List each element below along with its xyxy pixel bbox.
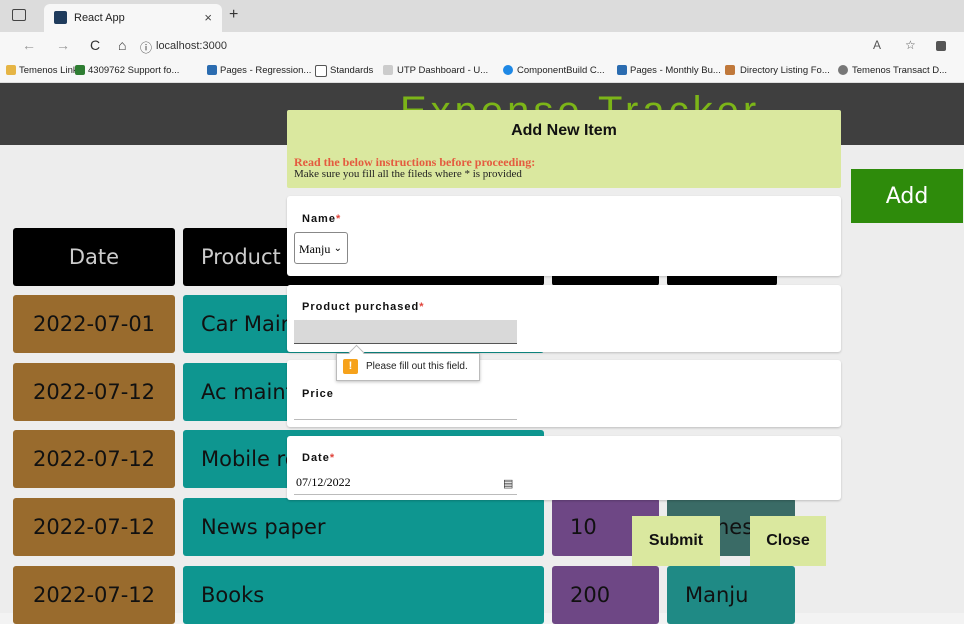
bookmark-icon xyxy=(383,65,393,75)
modal-header: Add New Item Read the below instructions… xyxy=(287,110,841,188)
back-icon[interactable]: ← xyxy=(22,37,36,53)
submit-button[interactable]: Submit xyxy=(632,516,720,566)
tab-close-icon[interactable]: × xyxy=(204,10,212,25)
bookmarks-bar: Temenos Links 4309762 Support fo... Page… xyxy=(0,60,964,83)
name-select-value: Manju xyxy=(299,242,331,256)
table-cell-price: 200 xyxy=(552,566,659,624)
bookmark-item[interactable]: 4309762 Support fo... xyxy=(88,65,179,76)
date-label: Date* xyxy=(302,452,336,464)
bookmark-icon xyxy=(725,65,735,75)
date-input[interactable] xyxy=(294,471,517,495)
forward-icon[interactable]: → xyxy=(56,37,70,53)
name-label: Name* xyxy=(302,213,342,225)
table-cell-name: Manju xyxy=(667,566,795,624)
bookmark-icon xyxy=(75,65,85,75)
table-cell-date: 2022-07-12 xyxy=(13,566,175,624)
favorite-icon[interactable]: ☆ xyxy=(905,38,916,52)
bookmark-item[interactable]: Temenos Transact D... xyxy=(852,65,947,76)
bookmark-item[interactable]: UTP Dashboard - U... xyxy=(397,65,488,76)
bookmark-icon xyxy=(503,65,513,75)
modal-title: Add New Item xyxy=(511,122,617,139)
column-header-date: Date xyxy=(13,228,175,286)
tab-title: React App xyxy=(74,12,125,24)
price-input[interactable] xyxy=(294,396,517,420)
bookmark-icon xyxy=(838,65,848,75)
close-button[interactable]: Close xyxy=(750,516,826,566)
date-card: Date* ▤ xyxy=(287,436,841,500)
add-button[interactable]: Add xyxy=(851,169,963,223)
new-tab-icon[interactable]: + xyxy=(229,6,238,24)
browser-tab-bar: React App × + xyxy=(0,0,964,32)
bookmark-item[interactable]: ComponentBuild C... xyxy=(517,65,605,76)
bookmark-item[interactable]: Temenos Links xyxy=(19,65,82,76)
page-icon xyxy=(315,65,327,77)
validation-message: Please fill out this field. xyxy=(366,361,468,372)
extensions-icon[interactable] xyxy=(936,41,946,51)
chevron-down-icon: ⌄ xyxy=(333,243,342,254)
warning-icon: ! xyxy=(343,359,358,374)
read-aloud-icon[interactable]: A xyxy=(873,38,881,52)
calendar-icon[interactable]: ▤ xyxy=(503,477,513,490)
name-select[interactable]: Manju ⌄ xyxy=(294,232,348,264)
product-input[interactable] xyxy=(294,320,517,344)
product-label: Product purchased* xyxy=(302,301,425,313)
reload-icon[interactable]: C xyxy=(90,37,100,53)
bookmark-icon xyxy=(617,65,627,75)
bookmark-item[interactable]: Pages - Monthly Bu... xyxy=(630,65,721,76)
home-icon[interactable]: ⌂ xyxy=(118,37,126,53)
tab-actions-icon[interactable] xyxy=(12,9,26,21)
table-cell-date: 2022-07-01 xyxy=(13,295,175,353)
table-cell-date: 2022-07-12 xyxy=(13,430,175,488)
table-cell-date: 2022-07-12 xyxy=(13,498,175,556)
table-cell-product: News paper xyxy=(183,498,544,556)
bookmark-item[interactable]: Directory Listing Fo... xyxy=(740,65,830,76)
bookmark-item[interactable]: Pages - Regression... xyxy=(220,65,311,76)
folder-icon xyxy=(6,65,16,75)
address-bar: ← → C ⌂ ⓘ localhost:3000 A ☆ xyxy=(0,32,964,60)
react-favicon-icon xyxy=(54,11,67,24)
table-cell-product: Books xyxy=(183,566,544,624)
bookmark-icon xyxy=(207,65,217,75)
table-cell-date: 2022-07-12 xyxy=(13,363,175,421)
product-card: Product purchased* xyxy=(287,285,841,352)
name-card: Name* Manju ⌄ xyxy=(287,196,841,276)
bookmark-item[interactable]: Standards xyxy=(330,65,373,76)
validation-tooltip: ! Please fill out this field. xyxy=(336,353,480,381)
instructions-body: Make sure you fill all the fileds where … xyxy=(294,168,522,180)
url-field[interactable]: localhost:3000 xyxy=(156,40,227,52)
site-info-icon[interactable]: ⓘ xyxy=(140,39,152,56)
browser-tab[interactable]: React App × xyxy=(44,4,222,32)
